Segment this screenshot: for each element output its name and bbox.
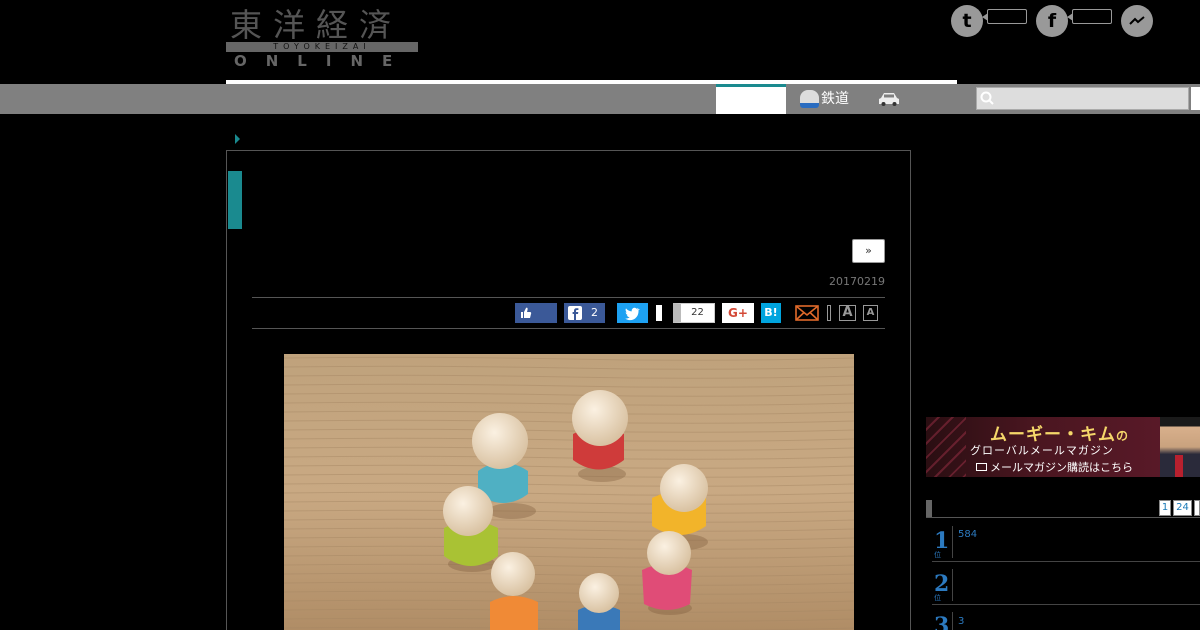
banner-stripes xyxy=(926,417,966,477)
messenger-icon[interactable] xyxy=(1121,5,1153,37)
rank-row-rule xyxy=(932,561,1200,562)
twitter-follow-count[interactable] xyxy=(982,9,1027,24)
ranking-tab-1[interactable]: 1 xyxy=(1159,500,1171,516)
rank-row-rule xyxy=(932,604,1200,605)
facebook-like-button[interactable] xyxy=(515,303,557,323)
twitter-bird-icon xyxy=(625,307,640,321)
facebook-like-count[interactable] xyxy=(1067,9,1112,24)
tweet-button[interactable] xyxy=(617,303,648,323)
banner-title-suffix: の xyxy=(1116,429,1130,443)
rank-item-text[interactable]: 584 xyxy=(958,529,977,540)
googleplus-button[interactable]: G+ xyxy=(722,303,754,323)
thumbs-up-icon xyxy=(521,307,532,318)
tweet-count-box xyxy=(651,305,662,321)
logo-kanji: 東洋経済 xyxy=(230,6,403,44)
car-icon[interactable] xyxy=(878,92,900,106)
facebook-icon xyxy=(568,306,582,320)
rank-suffix: 位 xyxy=(934,594,941,602)
title-accent-bar xyxy=(228,171,242,229)
ranking-tab-24[interactable]: 24 xyxy=(1173,500,1192,516)
print-button[interactable] xyxy=(827,305,831,321)
search-input[interactable] xyxy=(976,87,1189,110)
wooden-peg-dolls-photo xyxy=(284,354,854,630)
messenger-glyph xyxy=(1129,16,1145,25)
train-icon xyxy=(800,90,819,108)
rank-divider xyxy=(952,526,953,558)
nav-tab-active[interactable] xyxy=(716,84,786,114)
banner-cta: メールマガジン購読はこちら xyxy=(976,459,1133,475)
author-portrait xyxy=(1160,417,1200,477)
hatena-bookmark-button[interactable]: B! xyxy=(761,303,781,323)
site-logo[interactable]: 東洋経済 TOYOKEIZAI ONLINE xyxy=(226,8,418,70)
rank-suffix: 位 xyxy=(934,551,941,559)
next-page-button[interactable]: » xyxy=(852,239,885,263)
banner-cta-label: メールマガジン購読はこちら xyxy=(990,461,1133,474)
ranking-tab-more[interactable] xyxy=(1194,500,1200,516)
rank-divider xyxy=(952,612,953,630)
facebook-share-count: 2 xyxy=(591,306,598,319)
share-bar-top-rule xyxy=(252,297,885,298)
rank-number: 3 xyxy=(934,613,950,630)
newsletter-banner[interactable]: ムーギー・キムの グローバルメールマガジン メールマガジン購読はこちら xyxy=(926,417,1200,477)
mail-icon xyxy=(976,463,987,471)
hatena-share-count: 22 xyxy=(673,303,715,323)
font-size-large-button[interactable]: A xyxy=(839,305,856,321)
twitter-icon[interactable]: t xyxy=(951,5,983,37)
facebook-icon[interactable]: f xyxy=(1036,5,1068,37)
rank-number: 1 xyxy=(934,528,950,554)
logo-online: ONLINE xyxy=(234,52,412,70)
rank-item-text[interactable]: 3 xyxy=(958,616,964,627)
publish-date: 20170219 xyxy=(829,275,885,288)
search-button[interactable] xyxy=(1191,87,1200,110)
font-size-small-button[interactable]: A xyxy=(863,305,878,321)
breadcrumb-arrow-icon xyxy=(235,134,240,144)
facebook-share-button[interactable]: 2 xyxy=(564,303,605,323)
search-icon xyxy=(980,91,994,105)
nav-item-railway[interactable]: 鉄道 xyxy=(821,84,849,114)
banner-subtitle: グローバルメールマガジン xyxy=(970,444,1114,457)
logo-band-text: TOYOKEIZAI xyxy=(273,42,371,51)
rank-divider xyxy=(952,569,953,601)
share-bar-bottom-rule xyxy=(252,328,885,329)
rank-number: 2 xyxy=(934,571,950,597)
mail-icon[interactable] xyxy=(795,305,819,321)
ranking-header-rule xyxy=(926,517,1200,518)
ranking-header-mark xyxy=(926,500,932,517)
logo-band: TOYOKEIZAI xyxy=(226,42,418,52)
